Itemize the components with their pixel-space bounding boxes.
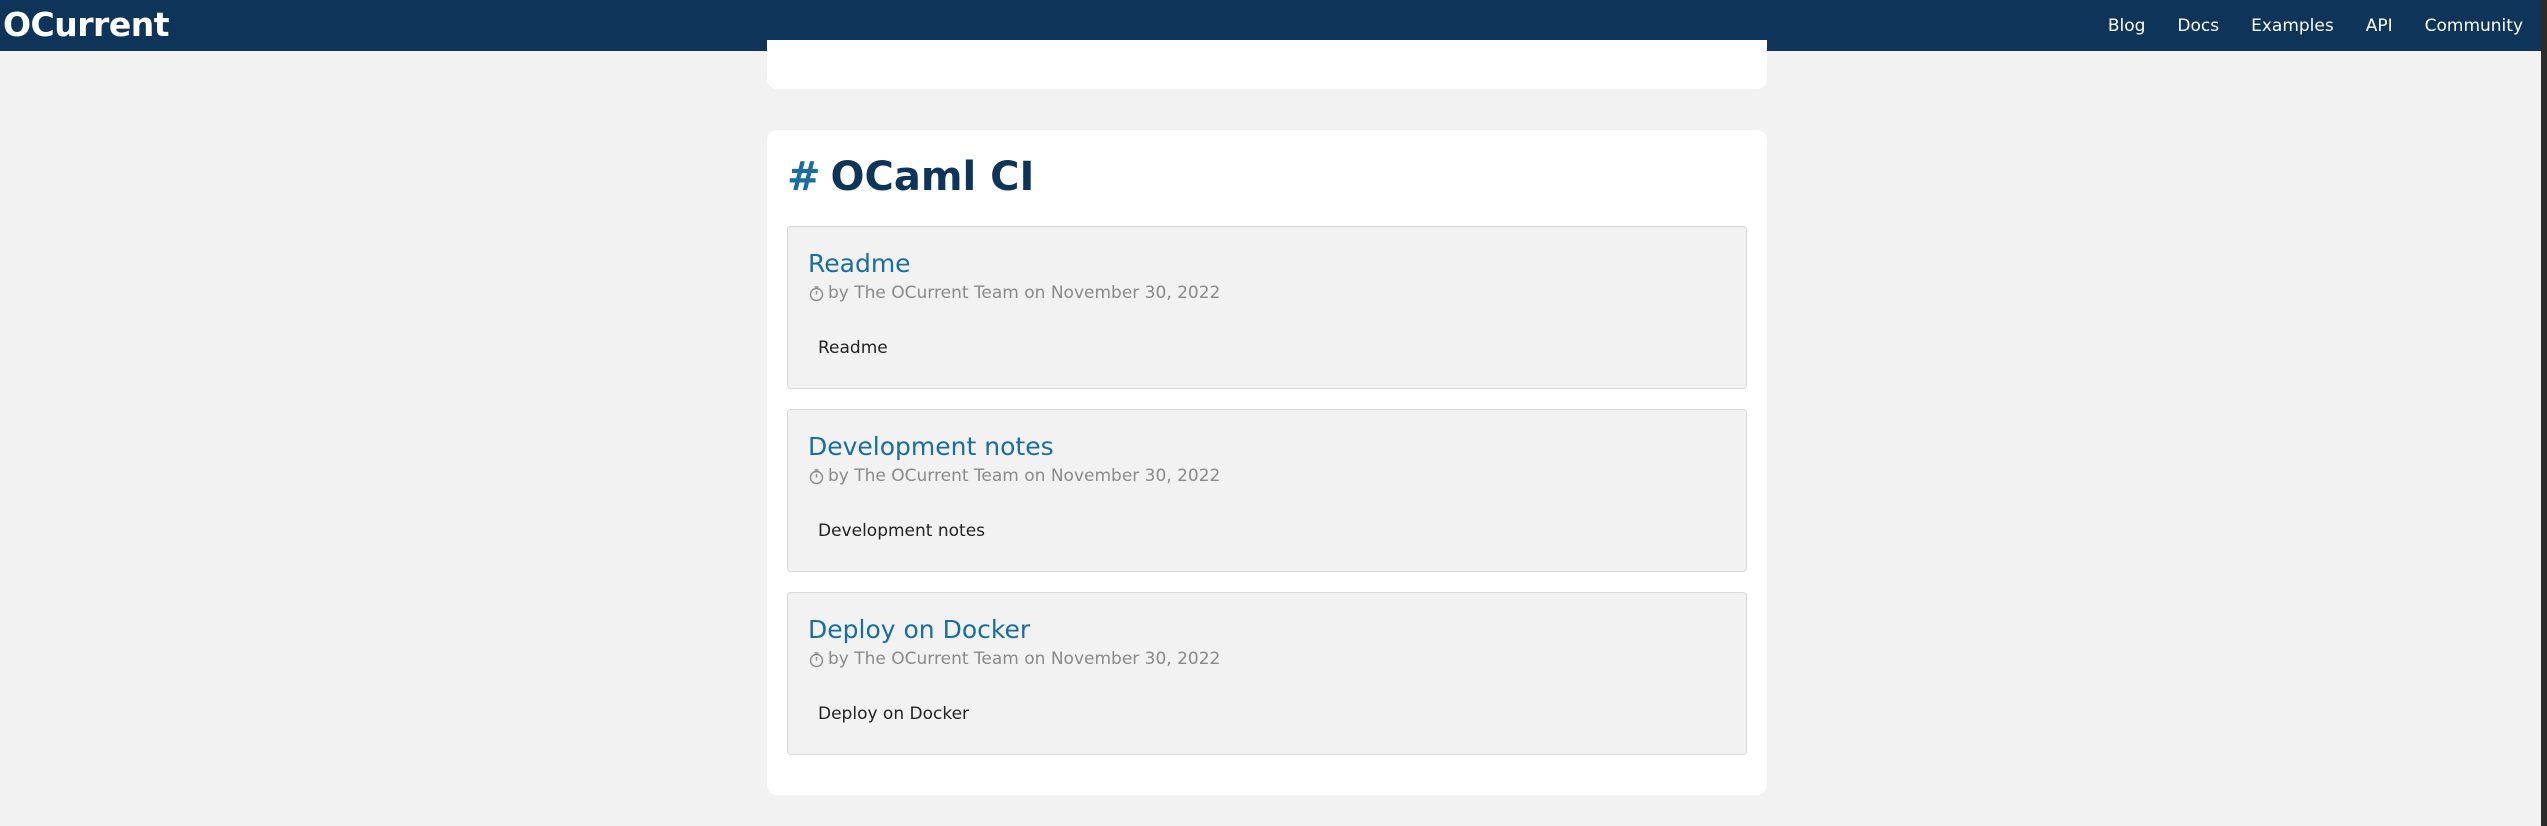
nav-link-docs[interactable]: Docs xyxy=(2177,16,2219,36)
post-title-link[interactable]: Deploy on Docker xyxy=(808,614,1030,646)
nav-link-api[interactable]: API xyxy=(2366,16,2393,36)
section-heading: # OCaml CI xyxy=(787,152,1034,202)
nav-link-community[interactable]: Community xyxy=(2425,16,2523,36)
nav-link-examples[interactable]: Examples xyxy=(2251,16,2334,36)
section-title: OCaml CI xyxy=(830,154,1035,200)
post-meta: by The OCurrent Team on November 30, 202… xyxy=(808,464,1220,488)
brand-logo-link[interactable]: OCurrent xyxy=(3,5,169,45)
clock-icon xyxy=(809,468,824,484)
section-anchor-hash[interactable]: # xyxy=(787,154,821,200)
post-meta-text: by The OCurrent Team on November 30, 202… xyxy=(828,466,1221,486)
post-title-link[interactable]: Readme xyxy=(808,248,911,280)
nav-link-blog[interactable]: Blog xyxy=(2108,16,2146,36)
post-title-link[interactable]: Development notes xyxy=(808,431,1054,463)
clock-icon xyxy=(809,651,824,667)
post-card: Readme by The OCurrent Team on November … xyxy=(787,226,1747,389)
previous-section-card xyxy=(767,40,1767,89)
post-card: Development notes by The OCurrent Team o… xyxy=(787,409,1747,572)
post-meta: by The OCurrent Team on November 30, 202… xyxy=(808,281,1220,305)
post-meta: by The OCurrent Team on November 30, 202… xyxy=(808,647,1220,671)
post-meta-text: by The OCurrent Team on November 30, 202… xyxy=(828,283,1221,303)
post-card: Deploy on Docker by The OCurrent Team on… xyxy=(787,592,1747,755)
post-excerpt: Deploy on Docker xyxy=(818,704,970,724)
section-card-ocaml-ci: # OCaml CI Readme by The OCurrent Team on… xyxy=(767,130,1767,795)
post-meta-text: by The OCurrent Team on November 30, 202… xyxy=(828,649,1221,669)
post-excerpt: Readme xyxy=(818,338,888,358)
clock-icon xyxy=(809,285,824,301)
window-scrollbar[interactable] xyxy=(2541,0,2547,826)
post-excerpt: Development notes xyxy=(818,521,986,541)
nav-links: Blog Docs Examples API Community xyxy=(2076,0,2523,51)
